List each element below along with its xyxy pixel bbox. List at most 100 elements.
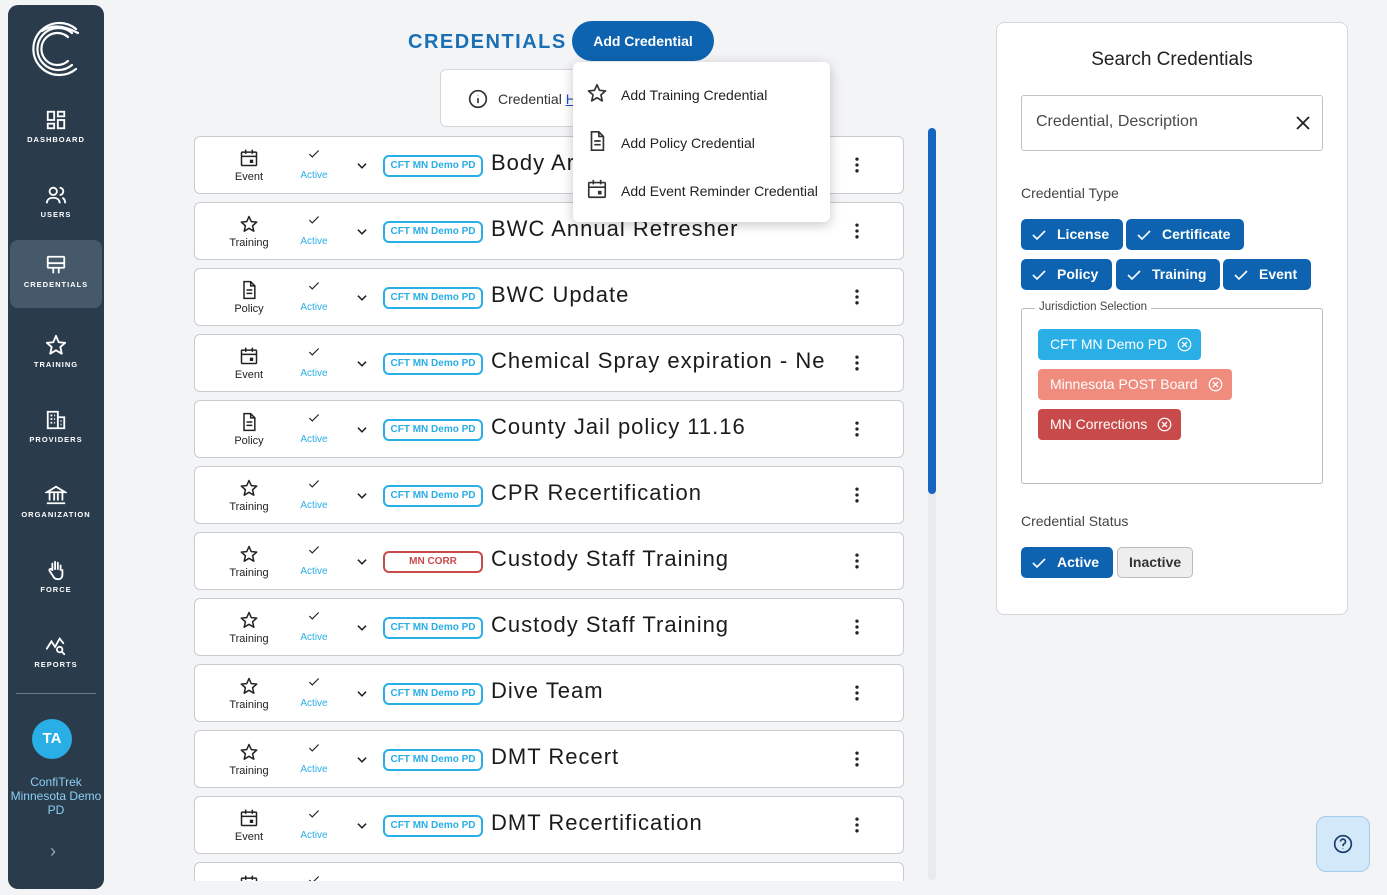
- nav-reports[interactable]: REPORTS: [8, 620, 104, 688]
- type-chip-certificate[interactable]: Certificate: [1126, 219, 1245, 250]
- remove-circle-icon[interactable]: [1208, 377, 1223, 392]
- jurisdiction-chip-corrections[interactable]: MN Corrections: [1038, 409, 1182, 440]
- nav-credentials[interactable]: CREDENTIALS: [10, 240, 102, 308]
- scrollbar-thumb[interactable]: [928, 128, 936, 494]
- status-text: Active: [300, 830, 328, 841]
- jurisdiction-selection[interactable]: CFT MN Demo PD Minnesota POST Board MN C…: [1021, 308, 1323, 484]
- jurisdiction-badge: CFT MN Demo PD: [383, 485, 483, 507]
- more-vertical-icon[interactable]: [847, 551, 867, 571]
- more-vertical-icon[interactable]: [847, 287, 867, 307]
- menu-item-add-training[interactable]: Add Training Credential: [573, 70, 830, 118]
- menu-item-add-event-reminder[interactable]: Add Event Reminder Credential: [573, 166, 830, 214]
- credential-name: BWC Update: [491, 282, 630, 307]
- credential-row[interactable]: Training Active CFT MN Demo PD CPR Recertif…: [194, 466, 904, 524]
- credential-row[interactable]: Policy Active CFT MN Demo PD BWC Update: [194, 268, 904, 326]
- check-icon: [308, 546, 320, 554]
- credential-type: Training: [229, 633, 269, 645]
- more-vertical-icon[interactable]: [847, 815, 867, 835]
- calendar-event-icon: [240, 875, 258, 881]
- nav-dashboard[interactable]: DASHBOARD: [8, 95, 104, 163]
- star-icon: [45, 334, 67, 355]
- type-chip-policy[interactable]: Policy: [1021, 259, 1113, 290]
- chevron-down-icon[interactable]: [355, 159, 369, 173]
- chevron-down-icon[interactable]: [355, 819, 369, 833]
- document-icon: [243, 412, 256, 432]
- nav-users[interactable]: USERS: [8, 170, 104, 238]
- chevron-down-icon[interactable]: [355, 225, 369, 239]
- credential-row[interactable]: Event Active CFT MN Demo PD DMT Recertifica…: [194, 796, 904, 854]
- help-button[interactable]: [1316, 816, 1370, 872]
- credential-row[interactable]: Training Active CFT MN Demo PD Custody Staf…: [194, 598, 904, 656]
- chip-label: Active: [1057, 554, 1100, 570]
- jurisdiction-chip-cft[interactable]: CFT MN Demo PD: [1038, 329, 1202, 360]
- expand-sidebar-icon[interactable]: ›: [50, 841, 56, 862]
- check-icon: [1127, 270, 1141, 281]
- menu-item-add-policy[interactable]: Add Policy Credential: [573, 118, 830, 166]
- chevron-down-icon[interactable]: [355, 357, 369, 371]
- type-chip-training[interactable]: Training: [1116, 259, 1221, 290]
- info-icon: [468, 89, 488, 109]
- status-chip-active[interactable]: Active: [1021, 547, 1114, 578]
- nav-organization[interactable]: ORGANIZATION: [8, 470, 104, 538]
- chart-search-icon: [45, 636, 66, 656]
- type-chip-event[interactable]: Event: [1223, 259, 1312, 290]
- credential-row[interactable]: Policy Active CFT MN Demo PD County Jail po…: [194, 400, 904, 458]
- search-input[interactable]: [1036, 113, 1286, 131]
- building-icon: [46, 410, 66, 430]
- more-vertical-icon[interactable]: [847, 155, 867, 175]
- more-vertical-icon[interactable]: [847, 485, 867, 505]
- more-vertical-icon[interactable]: [847, 749, 867, 769]
- remove-circle-icon[interactable]: [1157, 417, 1172, 432]
- credential-type: Training: [229, 699, 269, 711]
- avatar[interactable]: TA: [32, 719, 72, 759]
- nav-label: FORCE: [40, 585, 72, 594]
- remove-circle-icon[interactable]: [1177, 337, 1192, 352]
- credential-row[interactable]: Training Active CFT MN Demo PD DMT Recert: [194, 730, 904, 788]
- credential-row[interactable]: Training Active CFT MN Demo PD Dive Team: [194, 664, 904, 722]
- nav-force[interactable]: FORCE: [8, 545, 104, 613]
- chevron-down-icon[interactable]: [355, 423, 369, 437]
- jurisdiction-badge: CFT MN Demo PD: [383, 287, 483, 309]
- nav-training[interactable]: TRAINING: [8, 320, 104, 388]
- status-text: Active: [300, 698, 328, 709]
- chevron-down-icon[interactable]: [355, 291, 369, 305]
- more-vertical-icon[interactable]: [847, 617, 867, 637]
- nav-label: CREDENTIALS: [23, 280, 89, 289]
- chevron-down-icon[interactable]: [355, 687, 369, 701]
- calendar-event-icon: [240, 149, 258, 167]
- page-title: CREDENTIALS: [408, 31, 567, 53]
- more-vertical-icon[interactable]: [847, 683, 867, 703]
- more-vertical-icon[interactable]: [847, 353, 867, 373]
- credential-name: DMT Recert: [491, 744, 620, 769]
- status-chip-inactive[interactable]: Inactive: [1117, 547, 1194, 578]
- credential-row[interactable]: Event: [194, 862, 904, 881]
- bank-icon: [45, 485, 67, 505]
- credential-name: Chemical Spray expiration - Ne: [491, 348, 826, 373]
- credential-name: Custody Staff Training: [491, 612, 730, 637]
- chevron-down-icon[interactable]: [355, 555, 369, 569]
- document-icon: [590, 131, 605, 151]
- add-credential-button[interactable]: Add Credential: [572, 21, 714, 61]
- jurisdiction-badge: CFT MN Demo PD: [383, 815, 483, 837]
- credential-row[interactable]: Training Active MN CORR Custody Staff Train…: [194, 532, 904, 590]
- nav-label: ORGANIZATION: [21, 510, 91, 519]
- more-vertical-icon[interactable]: [847, 221, 867, 241]
- credential-row[interactable]: Event Active CFT MN Demo PD Chemical Spray …: [194, 334, 904, 392]
- more-vertical-icon[interactable]: [847, 419, 867, 439]
- chevron-down-icon[interactable]: [355, 621, 369, 635]
- credential-type: Policy: [234, 435, 264, 447]
- search-field[interactable]: [1021, 95, 1323, 151]
- chevron-down-icon[interactable]: [355, 753, 369, 767]
- sidebar: DASHBOARD USERS CREDENTIALS TRAINING PRO…: [8, 5, 104, 889]
- calendar-event-icon: [240, 809, 258, 827]
- type-chip-license[interactable]: License: [1021, 219, 1124, 250]
- credential-type: Training: [229, 237, 269, 249]
- close-icon[interactable]: [1294, 114, 1312, 132]
- chevron-down-icon[interactable]: [355, 489, 369, 503]
- check-icon: [308, 216, 320, 224]
- jurisdiction-badge: CFT MN Demo PD: [383, 221, 483, 243]
- confitrek-logo-icon[interactable]: [28, 17, 84, 79]
- jurisdiction-chip-post[interactable]: Minnesota POST Board: [1038, 369, 1232, 400]
- nav-providers[interactable]: PROVIDERS: [8, 395, 104, 463]
- search-panel: Search Credentials Credential Type Licen…: [996, 22, 1348, 615]
